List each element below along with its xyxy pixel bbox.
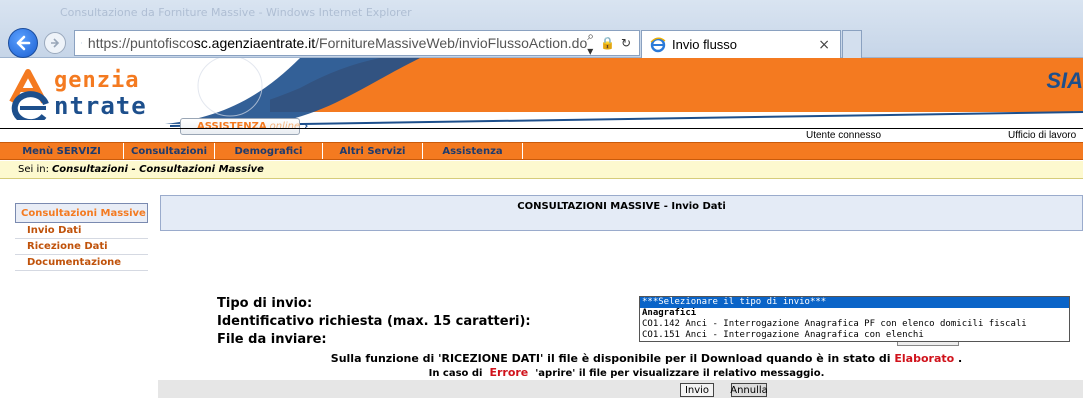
back-arrow-icon bbox=[16, 35, 31, 51]
menu-item-altri-servizi[interactable]: Altri Servizi bbox=[323, 143, 423, 159]
dropdown-option-co1-142[interactable]: CO1.142 Anci - Interrogazione Anagrafica… bbox=[640, 319, 1069, 330]
main-menu: Menù SERVIZI Consultazioni Demografici A… bbox=[0, 142, 1083, 160]
agenzia-entrate-logo: genzia ntrate bbox=[6, 62, 176, 124]
breadcrumb: Sei in: Consultazioni - Consultazioni Ma… bbox=[0, 161, 1083, 179]
siat-logo: SIA bbox=[1046, 68, 1083, 93]
breadcrumb-prefix: Sei in: bbox=[18, 164, 49, 175]
office-label: Ufficio di lavoro bbox=[1008, 130, 1077, 141]
page-title-panel: CONSULTAZIONI MASSIVE - Invio Dati bbox=[160, 195, 1083, 231]
menu-item-servizi[interactable]: Menù SERVIZI bbox=[0, 143, 124, 159]
browser-tab[interactable]: Invio flusso × bbox=[641, 30, 841, 58]
forward-button[interactable] bbox=[44, 32, 66, 54]
breadcrumb-path: Consultazioni - Consultazioni Massive bbox=[51, 164, 264, 175]
logo-text-entrate: ntrate bbox=[54, 92, 147, 120]
menu-item-assistenza[interactable]: Assistenza bbox=[423, 143, 523, 159]
browser-chrome: Consultazione da Forniture Massive - Win… bbox=[0, 0, 1083, 58]
page-title: CONSULTAZIONI MASSIVE - Invio Dati bbox=[517, 201, 726, 212]
address-bar[interactable]: https://puntofiscosc.agenziaentrate.it/F… bbox=[74, 29, 640, 58]
logo-mark-icon bbox=[9, 69, 49, 120]
user-connected-label: Utente connesso bbox=[806, 130, 882, 141]
forward-arrow-icon bbox=[51, 38, 60, 48]
back-button[interactable] bbox=[8, 28, 38, 58]
file-label: File da inviare: bbox=[217, 332, 327, 347]
ie-tab-icon bbox=[650, 37, 666, 52]
invio-button[interactable]: Invio bbox=[680, 383, 714, 397]
dropdown-option-placeholder[interactable]: ***Selezionare il tipo di invio*** bbox=[640, 297, 1069, 308]
menu-item-consultazioni[interactable]: Consultazioni bbox=[124, 143, 215, 159]
elaborato-status: Elaborato bbox=[894, 352, 955, 365]
url-text: https://puntofiscosc.agenziaentrate.it/F… bbox=[87, 35, 588, 51]
tipo-invio-dropdown-list[interactable]: ***Selezionare il tipo di invio*** Anagr… bbox=[639, 296, 1070, 342]
tipo-invio-label: Tipo di invio: bbox=[217, 296, 313, 311]
sidebar: Consultazioni Massive Invio Dati Ricezio… bbox=[15, 203, 148, 271]
refresh-icon[interactable]: ↻ bbox=[621, 36, 631, 50]
sidebar-item-ricezione-dati[interactable]: Ricezione Dati bbox=[15, 239, 148, 255]
errore-status: Errore bbox=[489, 366, 529, 379]
tab-title: Invio flusso bbox=[672, 37, 738, 52]
sidebar-title[interactable]: Consultazioni Massive bbox=[15, 203, 148, 223]
info-line-error: In caso di Errore 'aprire' il file per v… bbox=[428, 366, 825, 379]
info-line-download: Sulla funzione di 'RICEZIONE DATI' il fi… bbox=[330, 352, 963, 365]
dropdown-optgroup-anagrafici: Anagrafici bbox=[642, 308, 697, 318]
site-header: genzia ntrate SIA ASSISTENZA online › bbox=[0, 58, 1083, 138]
button-bar bbox=[158, 380, 1083, 398]
user-bar: Utente connesso Ufficio di lavoro bbox=[0, 128, 1083, 142]
lock-icon[interactable]: 🔒 bbox=[600, 36, 615, 50]
annulla-button[interactable]: Annulla bbox=[730, 383, 768, 397]
address-tools: ⌕ ▾ 🔒 ↻ bbox=[587, 29, 639, 58]
logo-text-agenzia: genzia bbox=[54, 68, 140, 93]
new-tab-button[interactable] bbox=[842, 30, 862, 58]
tab-close-icon[interactable]: × bbox=[818, 37, 830, 53]
ie-icon bbox=[81, 42, 82, 44]
dropdown-option-co1-151[interactable]: CO1.151 Anci - Interrogazione Anagrafica… bbox=[640, 330, 1069, 341]
sidebar-item-invio-dati[interactable]: Invio Dati bbox=[15, 223, 148, 239]
menu-item-demografici[interactable]: Demografici bbox=[215, 143, 323, 159]
search-icon[interactable]: ⌕ ▾ bbox=[587, 29, 594, 58]
identificativo-label: Identificativo richiesta (max. 15 caratt… bbox=[217, 314, 531, 329]
page: Consultazione da Forniture Massive - Win… bbox=[0, 0, 1083, 415]
window-title: Consultazione da Forniture Massive - Win… bbox=[60, 6, 412, 19]
sidebar-item-documentazione[interactable]: Documentazione bbox=[15, 255, 148, 271]
